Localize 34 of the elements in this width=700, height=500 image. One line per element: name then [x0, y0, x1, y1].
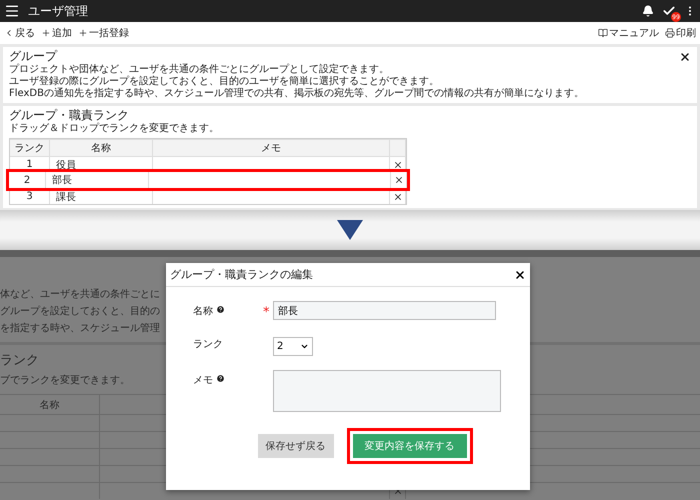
description-text: FlexDBの通知先を指定する時や、スケジュール管理での共有、掲示板の宛先等、グループ間での情報の共有が簡単になります。: [9, 88, 585, 100]
name-input[interactable]: 部長: [273, 301, 496, 320]
dimmed-text: 体など、ユーザを共通の条件ごとに: [0, 289, 160, 300]
field-label: 名称: [193, 305, 213, 318]
column-header: メモ: [153, 140, 390, 156]
table-cell: 3: [10, 189, 50, 204]
toolbar-link[interactable]: 一括登録: [78, 26, 129, 40]
required-mark: *: [263, 305, 270, 320]
dimmed-text: ブでランクを変更できます。: [0, 375, 130, 386]
dimmed-column-header: 名称: [0, 395, 100, 414]
field-label: ランク: [193, 338, 223, 351]
dimmed-text: グループを設定しておくと、目的の: [0, 306, 160, 317]
cancel-button[interactable]: 保存せず戻る: [258, 434, 334, 458]
table-cell: 課長: [50, 189, 153, 204]
table-cell: 2: [9, 172, 46, 188]
toolbar-link[interactable]: 追加: [41, 26, 72, 40]
hint-text: ドラッグ＆ドロップでランクを変更できます。: [9, 123, 220, 135]
rank-select[interactable]: 2: [273, 337, 313, 356]
dialog-title: グループ・職責ランクの編集: [170, 267, 313, 282]
column-header: 名称: [50, 140, 153, 156]
toolbar-link[interactable]: 印刷: [665, 26, 696, 40]
toolbar-link[interactable]: 戻る: [4, 26, 35, 40]
column-header: ランク: [10, 140, 50, 156]
table-row[interactable]: 2 部長: [6, 169, 410, 191]
toolbar-link[interactable]: マニュアル: [598, 26, 659, 40]
app-title: ユーザ管理: [28, 2, 89, 20]
dimmed-title: ランク: [0, 353, 39, 368]
card-title: グループ・職責ランク: [9, 108, 129, 122]
description-text: ユーザ登録の際にグループを設定しておくと、目的のユーザを簡単に選択することができます。: [9, 76, 440, 88]
dimmed-text: を指定する時や、スケジュール管理: [0, 323, 160, 334]
table-cell: 部長: [46, 172, 149, 188]
description-text: プロジェクトや団体など、ユーザを共通の条件ごとにグループとして設定できます。: [9, 64, 390, 76]
field-label: メモ: [193, 374, 213, 387]
card-title: グループ: [9, 49, 57, 64]
